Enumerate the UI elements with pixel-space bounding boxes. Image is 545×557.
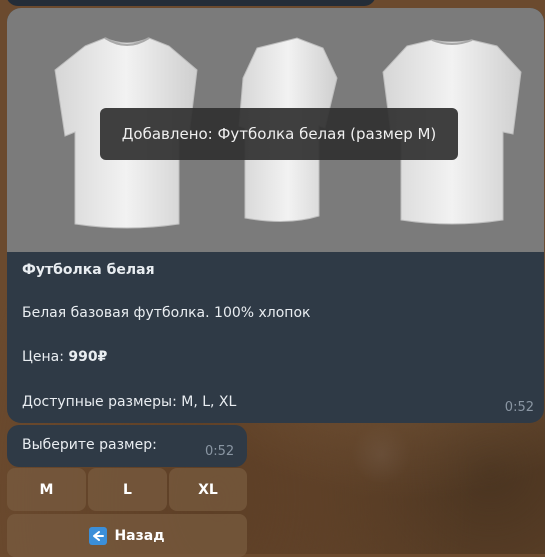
size-prompt-message: Выберите размер: 0:52 <box>7 425 247 467</box>
added-toast: Добавлено: Футболка белая (размер M) <box>100 108 458 160</box>
back-arrow-icon <box>89 526 108 545</box>
size-button-m[interactable]: M <box>7 468 86 511</box>
product-photo[interactable]: Добавлено: Футболка белая (размер M) <box>7 8 544 252</box>
available-sizes: Доступные размеры: M, L, XL <box>22 394 237 410</box>
price-label: Цена: <box>22 349 69 365</box>
price-line: Цена: 990₽ <box>22 349 107 365</box>
price-value: 990₽ <box>68 349 108 365</box>
product-description: Белая базовая футболка. 100% хлопок <box>22 305 311 321</box>
size-prompt-text: Выберите размер: <box>22 437 157 453</box>
prompt-time: 0:52 <box>205 444 235 459</box>
product-title: Футболка белая <box>22 262 155 278</box>
previous-message-edge <box>6 0 376 6</box>
size-button-xl[interactable]: XL <box>169 468 247 511</box>
back-button[interactable]: Назад <box>7 514 247 557</box>
product-message: Добавлено: Футболка белая (размер M) Фут… <box>7 8 544 423</box>
message-time: 0:52 <box>504 400 534 415</box>
size-button-l[interactable]: L <box>88 468 167 511</box>
back-button-label: Назад <box>114 527 165 544</box>
